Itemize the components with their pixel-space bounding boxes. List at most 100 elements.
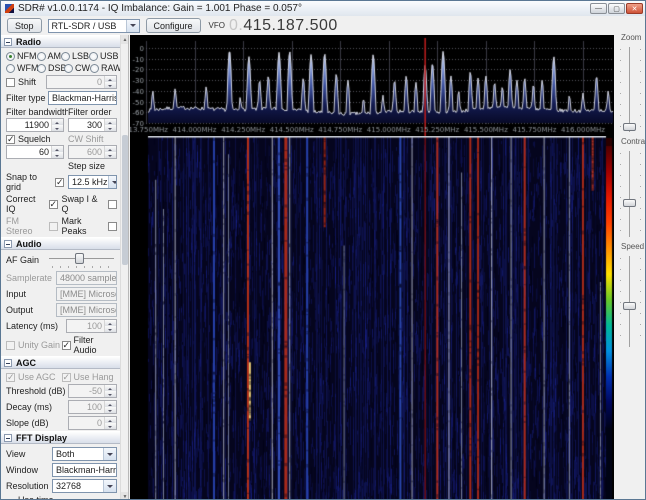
view-select[interactable]: Both	[52, 447, 117, 461]
checkbox-icon	[6, 340, 15, 350]
source-select[interactable]: RTL-SDR / USB	[47, 18, 140, 33]
frequency-display[interactable]: 0.415.187.500	[229, 17, 338, 34]
use-agc-checkbox: Use AGC	[6, 372, 62, 383]
slider-thumb[interactable]	[623, 302, 636, 311]
mode-wfm[interactable]: WFM	[6, 63, 39, 73]
mode-dsb[interactable]: DSB	[37, 63, 67, 73]
filter-bandwidth-input[interactable]: 11900	[6, 118, 64, 132]
checkbox-icon[interactable]	[6, 77, 15, 87]
spinner[interactable]	[51, 146, 63, 158]
use-hang-checkbox: Use Hang	[61, 372, 118, 383]
frequency-digits: 415.187.500	[243, 17, 338, 34]
checkbox-icon[interactable]	[108, 199, 117, 209]
filter-bandwidth-label: Filter bandwidth	[6, 107, 68, 117]
af-gain-slider[interactable]	[49, 252, 114, 269]
scroll-up-icon[interactable]: ▲	[121, 35, 128, 44]
slider-thumb[interactable]	[623, 122, 636, 131]
chevron-down-icon[interactable]	[103, 480, 116, 492]
squelch-checkbox[interactable]: Squelch	[6, 134, 68, 145]
spinner	[104, 320, 116, 332]
stop-button[interactable]: Stop	[7, 18, 42, 33]
spinner[interactable]	[104, 76, 116, 88]
checkbox-icon[interactable]	[61, 340, 71, 351]
swap-iq-checkbox[interactable]: Swap I & Q	[62, 194, 117, 214]
radio-icon[interactable]	[64, 63, 73, 73]
mode-raw[interactable]: RAW	[90, 63, 122, 73]
chevron-down-icon[interactable]	[103, 448, 116, 460]
shift-input[interactable]: 0	[46, 75, 117, 89]
latency-input: 100	[66, 319, 117, 333]
waterfall-display[interactable]	[130, 136, 614, 499]
mode-am[interactable]: AM	[36, 51, 61, 61]
panel-scrollbar[interactable]: ▲ ▼	[120, 35, 128, 499]
radio-icon[interactable]	[6, 51, 15, 61]
scroll-down-icon[interactable]: ▼	[121, 492, 128, 499]
resolution-select[interactable]: 32768	[52, 479, 117, 493]
configure-button[interactable]: Configure	[145, 18, 201, 33]
mode-lsb[interactable]: LSB	[61, 51, 89, 61]
checkbox-icon[interactable]	[48, 199, 58, 210]
filter-order-input[interactable]: 300	[68, 118, 117, 132]
mode-nfm[interactable]: NFM	[6, 51, 37, 61]
spinner[interactable]	[51, 119, 63, 131]
zoom-slider[interactable]	[620, 47, 641, 132]
filter-audio-checkbox[interactable]: Filter Audio	[61, 335, 118, 355]
speed-label: Speed	[621, 242, 645, 251]
time-marker-checkbox[interactable]: Use time marker	[6, 495, 65, 499]
collapse-icon[interactable]	[4, 37, 12, 46]
fft-group-header[interactable]: FFT Display	[1, 431, 121, 444]
close-icon[interactable]: ✕	[626, 3, 643, 14]
checkbox-icon[interactable]	[108, 221, 117, 231]
mode-usb[interactable]: USB	[89, 51, 119, 61]
step-size-select[interactable]: 12.5 kHz	[68, 175, 117, 189]
vfo-label: VFO	[208, 21, 225, 30]
shift-checkbox[interactable]: Shift	[6, 77, 46, 87]
spectrum-plot[interactable]	[130, 35, 614, 136]
collapse-icon[interactable]	[4, 358, 12, 367]
chevron-down-icon[interactable]	[107, 176, 116, 188]
radio-icon[interactable]	[89, 51, 98, 61]
radio-icon[interactable]	[6, 63, 15, 73]
contrast-slider[interactable]	[620, 151, 641, 237]
frequency-leading-zero: 0.	[229, 17, 244, 34]
collapse-icon[interactable]	[4, 433, 12, 442]
speed-slider[interactable]	[620, 256, 641, 347]
agc-slope-label: Slope (dB)	[6, 418, 49, 428]
step-size-label: Step size	[68, 161, 106, 171]
radio-icon[interactable]	[61, 51, 70, 61]
radio-icon[interactable]	[36, 51, 46, 61]
samplerate-label: Samplerate	[6, 273, 53, 283]
window-title: SDR# v1.0.0.1174 - IQ Imbalance: Gain = …	[18, 3, 302, 14]
filter-type-label: Filter type	[6, 93, 46, 103]
fm-stereo-checkbox: FM Stereo	[6, 216, 62, 236]
audio-group-header[interactable]: Audio	[1, 237, 121, 250]
spinner[interactable]	[104, 146, 116, 158]
radio-icon[interactable]	[90, 63, 99, 73]
scrollbar-thumb[interactable]	[122, 135, 128, 265]
agc-group-header[interactable]: AGC	[1, 356, 121, 369]
mark-peaks-checkbox[interactable]: Mark Peaks	[62, 216, 117, 236]
fft-window-select[interactable]: Blackman-Harris 4	[52, 463, 117, 477]
correct-iq-checkbox[interactable]: Correct IQ	[6, 194, 62, 214]
af-gain-label: AF Gain	[6, 255, 40, 265]
display-area	[130, 35, 614, 499]
checkbox-icon[interactable]	[6, 134, 15, 145]
snap-to-grid-checkbox[interactable]: Snap to grid	[6, 172, 68, 192]
maximize-icon[interactable]: ▢	[608, 3, 625, 14]
spinner[interactable]	[104, 119, 116, 131]
chevron-down-icon[interactable]	[125, 19, 139, 32]
radio-group-header[interactable]: Radio	[1, 35, 121, 48]
slider-thumb[interactable]	[623, 198, 636, 207]
filter-type-select[interactable]: Blackman-Harris 4	[48, 91, 117, 105]
mode-cw[interactable]: CW	[64, 63, 90, 73]
radio-icon[interactable]	[37, 63, 46, 73]
collapse-icon[interactable]	[4, 239, 12, 248]
cw-shift-input[interactable]: 600	[68, 145, 117, 159]
checkbox-icon[interactable]	[55, 177, 64, 188]
title-bar[interactable]: SDR# v1.0.0.1174 - IQ Imbalance: Gain = …	[1, 1, 645, 16]
slider-thumb[interactable]	[74, 252, 84, 264]
fft-window-label: Window	[6, 465, 39, 475]
squelch-input[interactable]: 60	[6, 145, 64, 159]
spinner	[104, 385, 116, 397]
minimize-icon[interactable]: —	[590, 3, 607, 14]
